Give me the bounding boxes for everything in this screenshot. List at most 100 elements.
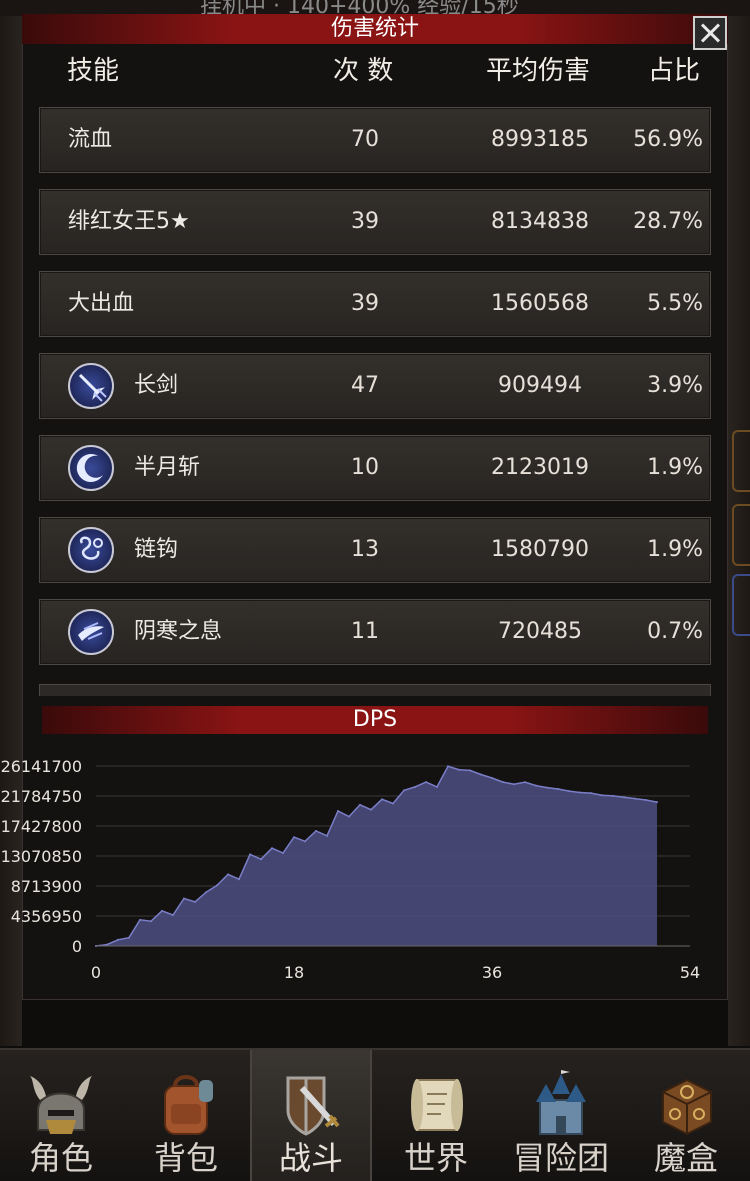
y-tick-label: 13070850 (1, 847, 82, 866)
dps-point (535, 784, 537, 787)
nav-label: 魔盒 (653, 1139, 718, 1177)
nav-label: 冒险团 (512, 1139, 609, 1177)
nav-item-magic-box[interactable]: 魔盒 (625, 1050, 747, 1181)
nav-item-battle[interactable]: 战斗 (250, 1050, 372, 1181)
skill-count: 11 (351, 619, 379, 644)
nav-item-character[interactable]: 角色 (0, 1050, 122, 1181)
frost-breath-icon (68, 609, 114, 655)
dps-point (205, 891, 207, 894)
skill-row[interactable]: 大出血 39 1560568 5.5% (39, 271, 711, 337)
dps-point (293, 836, 295, 839)
dps-point (645, 799, 647, 802)
skill-name: 流血 (68, 127, 113, 152)
skill-row[interactable]: 长剑 47 909494 3.9% (39, 353, 711, 419)
skill-row[interactable]: 半月斩 10 2123019 1.9% (39, 435, 711, 501)
dps-point (425, 781, 427, 784)
x-tick-label: 0 (91, 963, 101, 982)
sword-shield-icon (286, 1076, 340, 1136)
skill-name: 阴寒之息 (134, 619, 223, 644)
dps-point (227, 873, 229, 876)
dps-point (436, 785, 438, 788)
dps-point (172, 914, 174, 917)
dps-point (117, 938, 119, 941)
dps-point (370, 808, 372, 811)
nav-label: 世界 (403, 1139, 468, 1177)
dps-point (249, 853, 251, 856)
skill-avg-damage: 1560568 (491, 291, 589, 316)
dps-point (304, 840, 306, 843)
column-header-share: 占比 (648, 56, 701, 86)
skill-share: 5.5% (647, 291, 703, 316)
dps-point (513, 783, 515, 786)
dps-point (447, 765, 449, 768)
dps-point (161, 909, 163, 912)
skill-name: 长剑 (134, 373, 179, 398)
skill-row-partial[interactable] (39, 684, 711, 696)
dps-point (590, 792, 592, 795)
dps-point (139, 918, 141, 921)
y-tick-label: 26141700 (1, 757, 82, 776)
dps-point (194, 900, 196, 903)
skill-count: 39 (351, 209, 379, 234)
y-tick-label: 0 (72, 937, 82, 956)
skill-row[interactable]: 绯红女王5★ 39 8134838 28.7% (39, 189, 711, 255)
column-header-count: 次 数 (333, 56, 394, 86)
dps-point (337, 810, 339, 813)
skill-avg-damage: 8993185 (491, 127, 589, 152)
dps-point (524, 781, 526, 784)
dps-point (414, 785, 416, 788)
nav-item-backpack[interactable]: 背包 (125, 1050, 247, 1181)
x-tick-label: 36 (482, 963, 502, 982)
dps-point (601, 794, 603, 797)
skill-avg-damage: 909494 (498, 373, 582, 398)
skill-share: 3.9% (647, 373, 703, 398)
y-tick-label: 4356950 (11, 907, 82, 926)
skill-name: 大出血 (68, 291, 135, 316)
dps-point (579, 791, 581, 794)
skill-avg-damage: 8134838 (491, 209, 589, 234)
dps-point (491, 776, 493, 779)
crescent-icon (68, 445, 114, 491)
helmet-icon (30, 1076, 92, 1134)
dps-point (326, 834, 328, 837)
skill-count: 39 (351, 291, 379, 316)
dps-point (128, 936, 130, 939)
skill-row[interactable]: 阴寒之息 11 720485 0.7% (39, 599, 711, 665)
dps-title: DPS (42, 706, 708, 734)
dps-point (216, 884, 218, 887)
dps-point (480, 773, 482, 776)
dps-point (458, 768, 460, 771)
nav-item-world[interactable]: 世界 (375, 1050, 497, 1181)
skill-share: 1.9% (647, 455, 703, 480)
dps-point (392, 802, 394, 805)
dps-point (150, 920, 152, 923)
y-tick-label: 17427800 (1, 817, 82, 836)
column-header-avg-damage: 平均伤害 (486, 56, 591, 86)
skill-row[interactable]: 链钩 13 1580790 1.9% (39, 517, 711, 583)
bottom-nav: 角色 背包 战斗 世界 冒险团 魔盒 (0, 1048, 750, 1181)
skill-name: 链钩 (134, 537, 179, 562)
side-tab (732, 504, 750, 566)
nav-label: 背包 (153, 1139, 218, 1177)
dps-point (502, 781, 504, 784)
dps-point (623, 796, 625, 799)
sword-icon (68, 363, 114, 409)
y-tick-label: 8713900 (11, 877, 82, 896)
dps-point (271, 847, 273, 850)
dps-point (260, 858, 262, 861)
nav-item-adventure-team[interactable]: 冒险团 (500, 1050, 622, 1181)
dps-point (238, 878, 240, 881)
dps-point (634, 797, 636, 800)
panel-title: 伤害统计 (22, 14, 728, 44)
skill-avg-damage: 1580790 (491, 537, 589, 562)
close-button[interactable] (693, 16, 727, 50)
x-tick-label: 18 (284, 963, 304, 982)
skill-row[interactable]: 流血 70 8993185 56.9% (39, 107, 711, 173)
skill-name: 绯红女王5★ (68, 209, 190, 234)
dps-point (656, 801, 658, 804)
dps-point (282, 852, 284, 855)
nav-label: 战斗 (278, 1139, 343, 1177)
side-tab (732, 574, 750, 636)
dps-point (183, 897, 185, 900)
dps-point (546, 786, 548, 789)
